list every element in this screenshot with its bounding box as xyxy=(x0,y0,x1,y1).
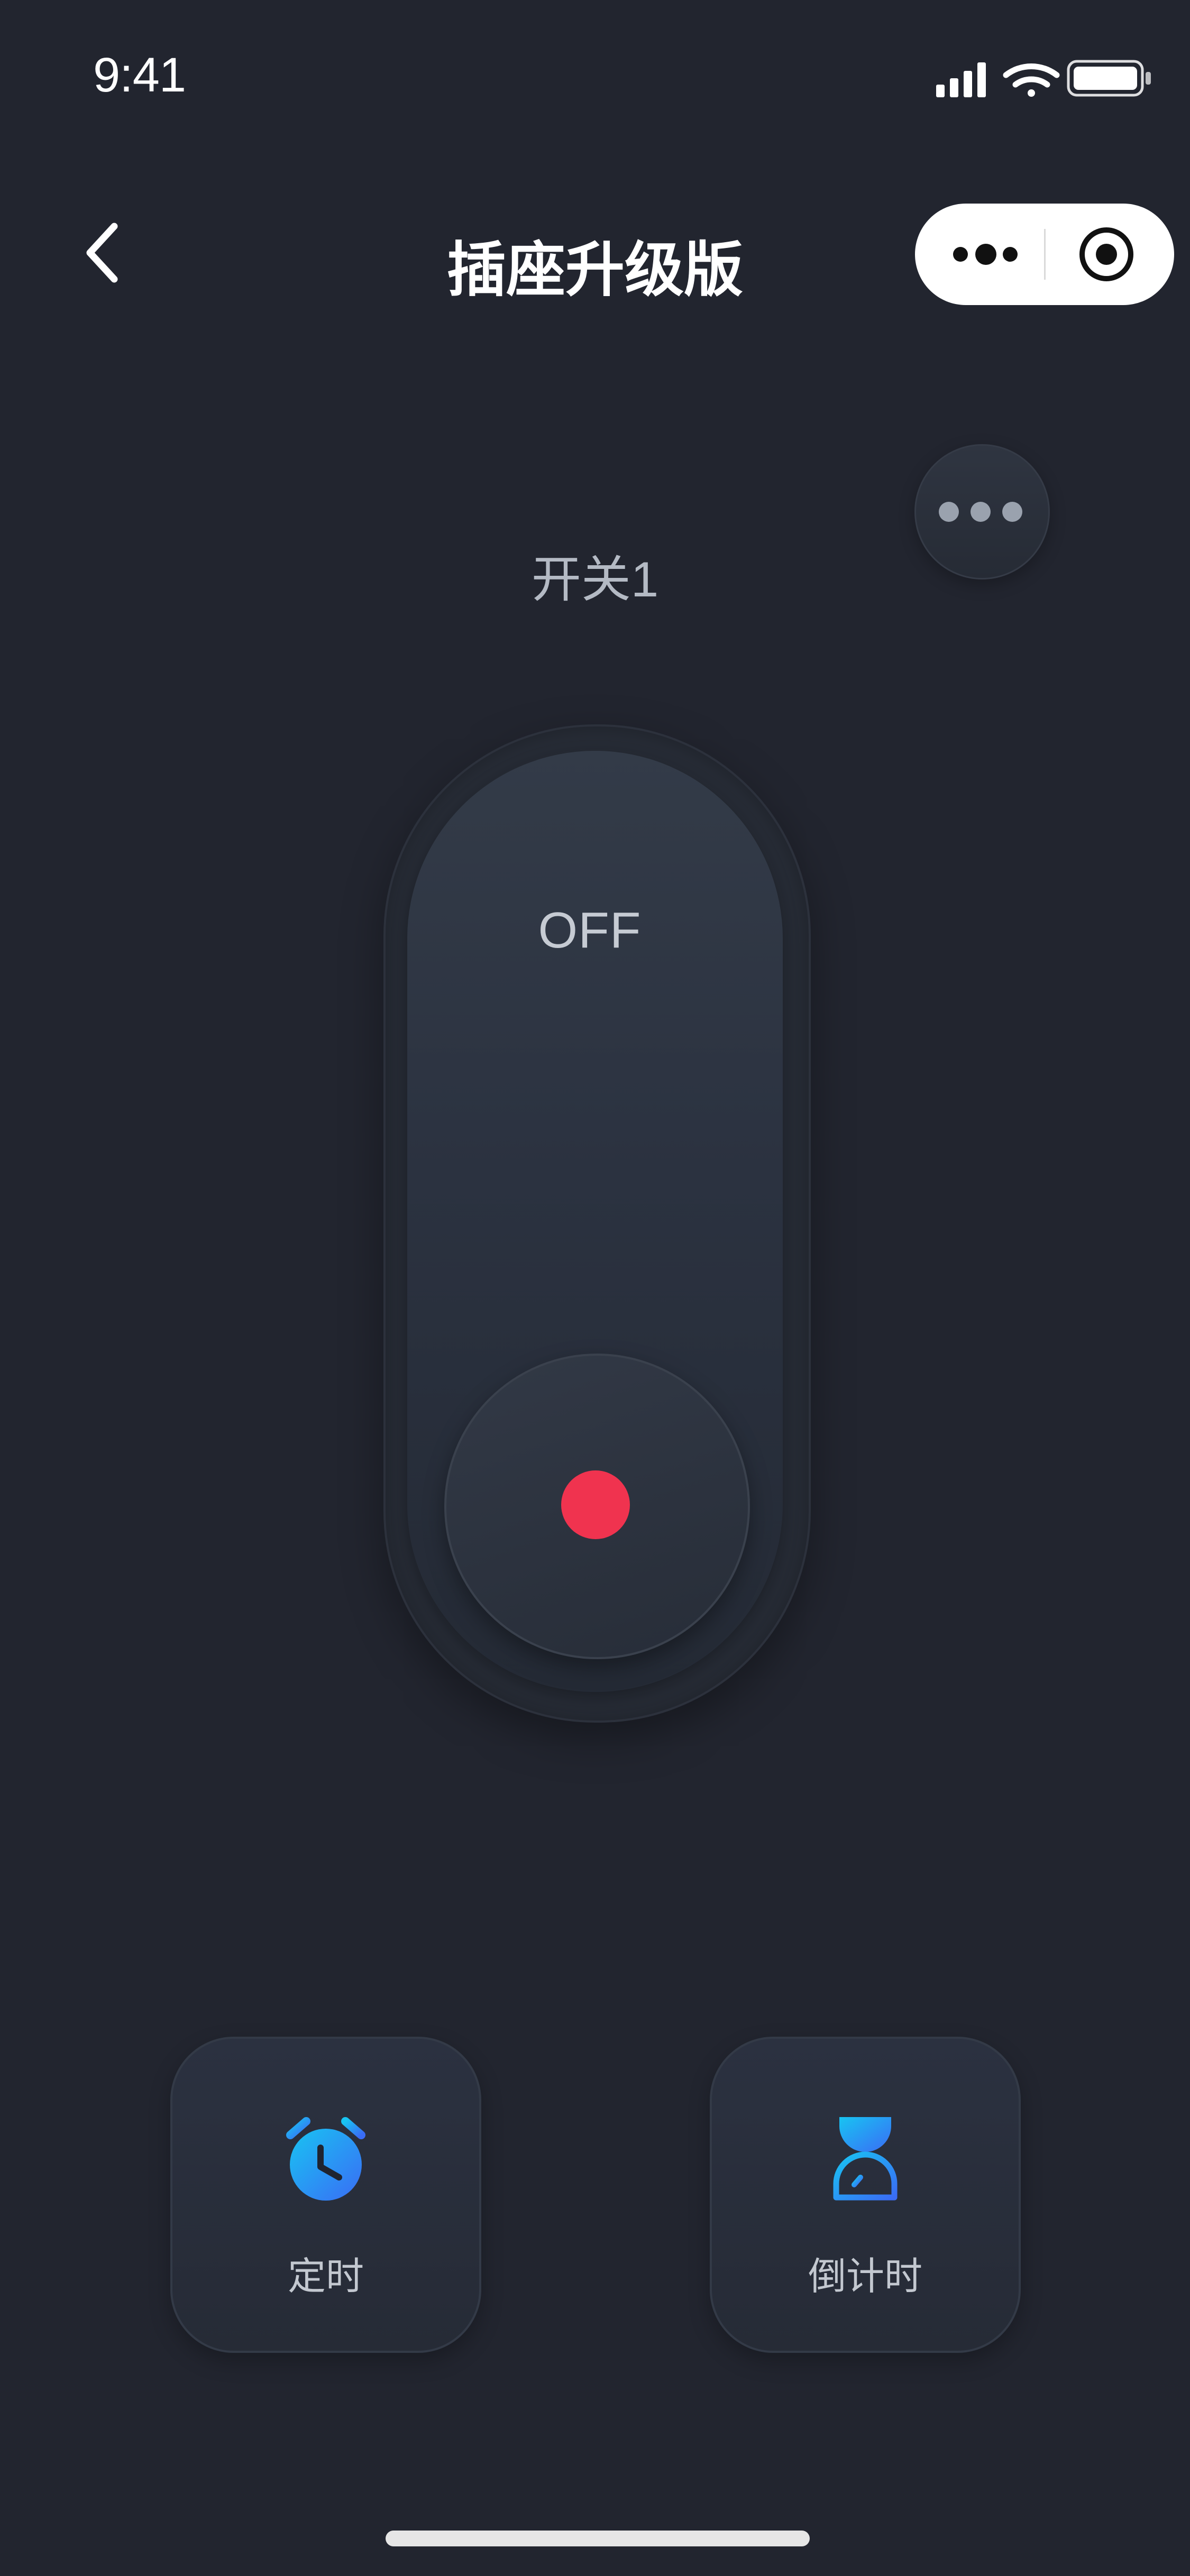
target-circle-icon xyxy=(1079,227,1133,281)
chevron-left-icon xyxy=(86,223,118,283)
mini-program-capsule xyxy=(915,204,1174,305)
home-indicator xyxy=(386,2531,810,2546)
alarm-clock-icon xyxy=(286,2117,365,2201)
page-title: 插座升级版 xyxy=(447,237,743,303)
wifi-icon xyxy=(1003,63,1060,97)
capsule-close-button[interactable] xyxy=(1046,204,1174,305)
capsule-more-button[interactable] xyxy=(915,204,1044,305)
more-dots-icon xyxy=(939,502,1022,522)
switch-name: 开关1 xyxy=(531,551,659,607)
switch-more-button[interactable] xyxy=(914,444,1050,579)
countdown-label: 倒计时 xyxy=(808,2256,922,2298)
back-button[interactable] xyxy=(79,222,127,286)
status-icons xyxy=(936,57,1153,99)
status-time: 9:41 xyxy=(93,48,186,102)
more-dots-icon xyxy=(953,244,1018,265)
battery-icon xyxy=(1067,60,1151,97)
signal-icon xyxy=(936,62,986,97)
countdown-button[interactable]: 倒计时 xyxy=(710,2037,1021,2353)
off-indicator-dot xyxy=(561,1470,630,1539)
hourglass-icon xyxy=(833,2117,898,2201)
timer-label: 定时 xyxy=(287,2256,364,2298)
switch-state-label: OFF xyxy=(538,902,642,959)
timer-button[interactable]: 定时 xyxy=(170,2037,481,2353)
